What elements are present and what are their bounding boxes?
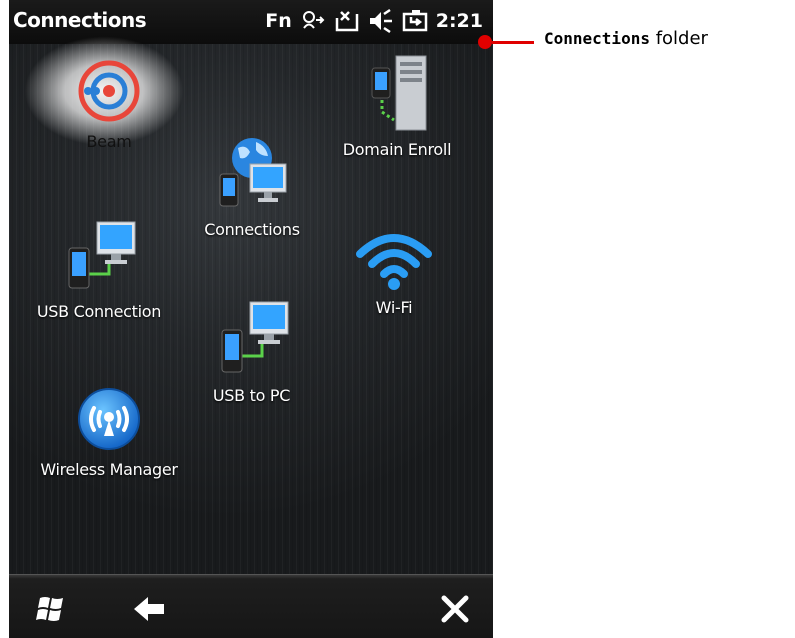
tile-domain-enroll[interactable]: Domain Enroll <box>327 54 467 159</box>
tile-connections[interactable]: Connections <box>197 134 307 239</box>
tile-usb-to-pc[interactable]: USB to PC <box>184 300 319 405</box>
connectivity-icon[interactable] <box>300 8 326 34</box>
close-button[interactable] <box>433 587 477 631</box>
fn-indicator: Fn <box>265 10 292 32</box>
bottom-bar <box>9 574 493 638</box>
back-arrow-icon <box>134 597 164 621</box>
annotation-label: Connections folder <box>544 28 708 49</box>
tile-label-connections: Connections <box>204 220 300 239</box>
close-icon <box>441 595 469 623</box>
windows-start-icon <box>36 597 63 621</box>
tile-label-usb-connection: USB Connection <box>36 302 162 321</box>
clock-time[interactable]: 2:21 <box>436 10 483 32</box>
status-bar: Connections Fn 2:21 <box>9 0 493 44</box>
tile-label-wireless-manager: Wireless Manager <box>40 460 178 479</box>
windows-start-button[interactable] <box>29 587 73 631</box>
wifi-icon <box>356 234 432 290</box>
usb-connection-icon <box>68 221 136 289</box>
annotation-pointer-line <box>492 41 534 44</box>
tile-label-wifi: Wi-Fi <box>375 298 413 317</box>
battery-icon[interactable] <box>402 8 428 34</box>
wireless-manager-icon <box>78 388 140 450</box>
annotation-suffix-text: folder <box>649 28 708 49</box>
no-signal-icon[interactable] <box>334 8 360 34</box>
speaker-muted-icon[interactable] <box>368 8 394 34</box>
tile-beam[interactable]: Beam <box>24 36 184 151</box>
annotation-code-text: Connections <box>544 29 650 48</box>
tile-label-beam: Beam <box>86 132 132 151</box>
back-button[interactable] <box>127 587 171 631</box>
annotation-marker-dot <box>478 35 492 49</box>
connections-icon <box>219 138 287 207</box>
device-screen: Connections Fn 2:21 Beam Domain Enroll C… <box>9 0 493 638</box>
beam-icon <box>78 60 140 122</box>
tile-label-usb-to-pc: USB to PC <box>212 386 291 405</box>
status-icons: Fn 2:21 <box>265 6 483 36</box>
tile-usb-connection[interactable]: USB Connection <box>29 216 169 321</box>
usb-to-pc-icon <box>221 301 288 373</box>
connections-folder-grid: Beam Domain Enroll Connections USB Conne… <box>9 36 493 574</box>
tile-label-domain-enroll: Domain Enroll <box>342 140 452 159</box>
tile-wifi[interactable]: Wi-Fi <box>339 224 449 317</box>
domain-enroll-icon <box>371 55 427 131</box>
status-bar-title: Connections <box>13 8 147 32</box>
tile-wireless-manager[interactable]: Wireless Manager <box>29 384 189 479</box>
